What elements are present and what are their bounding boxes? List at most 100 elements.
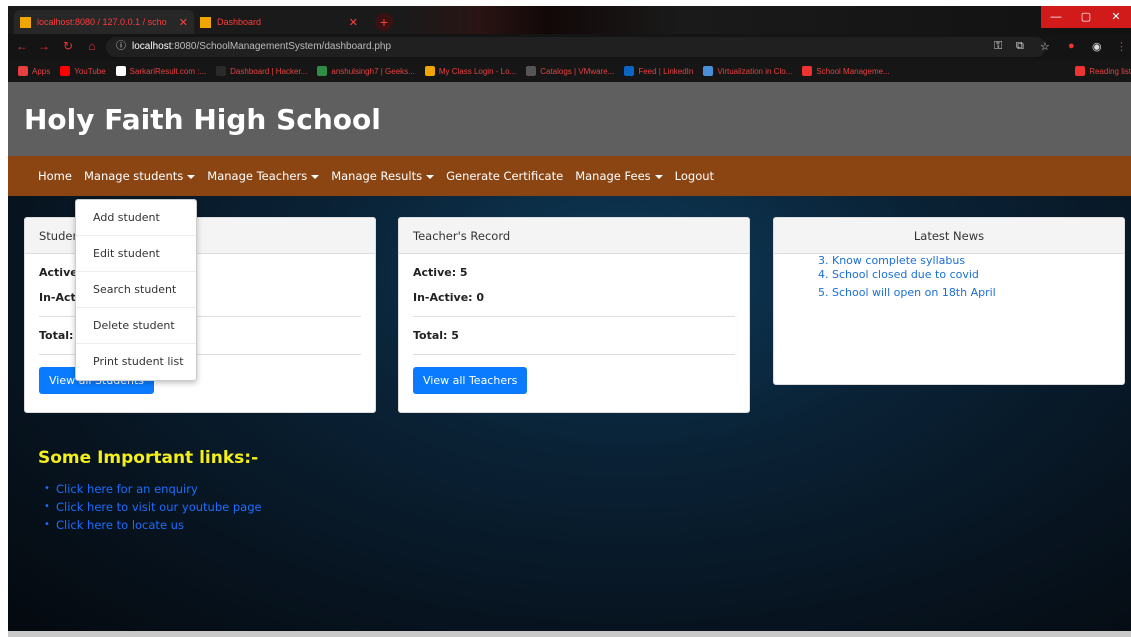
nav-manage-fees-label: Manage Fees	[575, 169, 651, 183]
tab-strip: localhost:8080 / 127.0.0.1 / scho ✕ Dash…	[8, 6, 1131, 34]
bookmarks-bar: Apps YouTube SarkariResult.com :... Dashboa…	[8, 60, 1131, 82]
translate-icon[interactable]: ⧉	[1016, 40, 1024, 53]
card-title: Latest News	[774, 218, 1124, 254]
view-all-teachers-button[interactable]: View all Teachers	[413, 367, 528, 394]
link-locate[interactable]: Click here to locate us	[44, 516, 262, 534]
youtube-icon	[60, 66, 71, 76]
reload-icon[interactable]: ↻	[60, 39, 76, 53]
bookmark-label: Dashboard | Hacker...	[230, 66, 308, 76]
news-item[interactable]: 3. Know complete syllabus	[818, 256, 1124, 266]
bookmark-item[interactable]: Catalogs | VMware...	[526, 66, 614, 76]
manage-students-dropdown: Add student Edit student Search student …	[75, 199, 197, 381]
inactive-count: In-Active: 0	[413, 291, 485, 304]
tab-dashboard[interactable]: Dashboard ✕	[194, 10, 364, 34]
dropdown-delete-student[interactable]: Delete student	[76, 308, 196, 344]
chevron-down-icon	[311, 174, 320, 179]
nav-manage-fees[interactable]: Manage Fees	[575, 169, 663, 183]
news-item[interactable]: 5. School will open on 18th April	[818, 284, 1124, 302]
bookmark-item[interactable]: anshulsingh7 | Geeks...	[317, 66, 415, 76]
bookmark-item[interactable]: School Manageme...	[802, 66, 890, 76]
tab-label: Dashboard	[217, 17, 262, 27]
forward-icon[interactable]: →	[36, 39, 52, 53]
address-bar-row: ← → ↻ ⌂ ⓘ localhost:8080/SchoolManagement…	[8, 34, 1131, 60]
link-enquiry[interactable]: Click here for an enquiry	[44, 480, 262, 498]
bookmark-item[interactable]: Dashboard | Hacker...	[216, 66, 307, 76]
bookmark-label: Feed | LinkedIn	[638, 66, 694, 76]
profile-avatar-icon[interactable]: ◉	[1092, 40, 1102, 53]
divider	[413, 316, 735, 317]
main-nav: Home Manage students Manage Teachers Man…	[8, 156, 1131, 196]
key-icon[interactable]: ⚿	[994, 40, 1002, 53]
nav-manage-teachers[interactable]: Manage Teachers	[207, 169, 320, 183]
bookmark-item[interactable]: My Class Login - Lo...	[424, 66, 517, 76]
dropdown-add-student[interactable]: Add student	[76, 200, 196, 236]
nav-home[interactable]: Home	[38, 169, 72, 183]
latest-news-card: Latest News 3. Know complete syllabus 4.…	[773, 217, 1125, 385]
bookmark-item[interactable]: SarkariResult.com :...	[115, 66, 207, 76]
extension-icon[interactable]: ●	[1068, 40, 1075, 52]
chevron-down-icon	[426, 174, 435, 179]
bookmark-label: anshulsingh7 | Geeks...	[331, 66, 415, 76]
important-links: Some Important links:- Click here for an…	[38, 448, 262, 534]
site-header: Holy Faith High School	[8, 82, 1131, 156]
menu-icon[interactable]: ⋮	[1116, 40, 1127, 53]
maximize-icon[interactable]: ▢	[1071, 6, 1101, 28]
browser-window: localhost:8080 / 127.0.0.1 / scho ✕ Dash…	[8, 6, 1131, 631]
bookmark-item[interactable]: Apps	[18, 66, 50, 76]
back-icon[interactable]: ←	[14, 39, 30, 53]
nav-logout[interactable]: Logout	[675, 169, 714, 183]
minimize-icon[interactable]: —	[1041, 6, 1071, 28]
myclass-icon	[424, 66, 435, 76]
bookmark-label: School Manageme...	[816, 66, 890, 76]
home-icon[interactable]: ⌂	[84, 39, 100, 53]
active-count: Active: 5	[413, 266, 468, 279]
bookmark-label: Reading list	[1089, 66, 1131, 76]
bookmark-star-icon[interactable]: ☆	[1040, 40, 1050, 53]
chevron-down-icon	[654, 174, 663, 179]
nav-generate-certificate[interactable]: Generate Certificate	[446, 169, 563, 183]
chevron-down-icon	[187, 174, 196, 179]
sarkari-icon	[115, 66, 126, 76]
bookmark-label: SarkariResult.com :...	[129, 66, 207, 76]
teacher-record-card: Teacher's Record Active: 5 In-Active: 0 …	[398, 217, 750, 413]
url-input[interactable]: ⓘ localhost:8080/SchoolManagementSystem/d…	[106, 37, 1046, 57]
dropdown-print-student-list[interactable]: Print student list	[76, 344, 196, 380]
tab-label: localhost:8080 / 127.0.0.1 / scho	[37, 17, 167, 27]
nav-manage-students[interactable]: Manage students	[83, 169, 196, 183]
bookmark-label: Catalogs | VMware...	[540, 66, 615, 76]
nav-manage-students-label: Manage students	[83, 169, 184, 183]
bookmark-item[interactable]: YouTube	[60, 66, 106, 76]
page-content: Holy Faith High School Home Manage stude…	[8, 82, 1131, 631]
school-title: Holy Faith High School	[24, 102, 381, 136]
hacker-icon	[216, 66, 227, 76]
card-title: Teacher's Record	[399, 218, 749, 254]
horizontal-scrollbar[interactable]	[8, 631, 1131, 637]
close-tab-icon[interactable]: ✕	[179, 16, 188, 29]
bookmark-item[interactable]: Reading list	[1075, 66, 1131, 76]
tab-phpmyadmin[interactable]: localhost:8080 / 127.0.0.1 / scho ✕	[14, 10, 194, 34]
link-youtube[interactable]: Click here to visit our youtube page	[44, 498, 262, 516]
site-info-icon[interactable]: ⓘ	[116, 41, 126, 52]
vmware-icon	[526, 66, 537, 76]
bookmark-label: My Class Login - Lo...	[438, 66, 517, 76]
dropdown-edit-student[interactable]: Edit student	[76, 236, 196, 272]
close-tab-icon[interactable]: ✕	[349, 16, 358, 29]
news-list: 3. Know complete syllabus 4. School clos…	[774, 254, 1124, 302]
phpmyadmin-icon	[20, 16, 31, 28]
bookmark-label: Apps	[32, 66, 51, 76]
dashboard-tab-icon	[200, 16, 211, 28]
close-window-icon[interactable]: ✕	[1101, 6, 1131, 28]
dropdown-search-student[interactable]: Search student	[76, 272, 196, 308]
total-count: Total: 5	[413, 329, 459, 342]
bookmark-item[interactable]: Virtualization in Clo...	[703, 66, 792, 76]
url-host: localhost	[132, 41, 172, 52]
nav-manage-results[interactable]: Manage Results	[331, 169, 435, 183]
links-heading: Some Important links:-	[38, 448, 259, 468]
nav-manage-results-label: Manage Results	[331, 169, 423, 183]
bookmark-label: YouTube	[74, 66, 106, 76]
new-tab-icon[interactable]: +	[375, 13, 393, 31]
bookmark-label: Virtualization in Clo...	[717, 66, 793, 76]
bookmark-item[interactable]: Feed | LinkedIn	[624, 66, 693, 76]
news-item[interactable]: 4. School closed due to covid	[818, 266, 1124, 284]
virtual-icon	[703, 66, 714, 76]
